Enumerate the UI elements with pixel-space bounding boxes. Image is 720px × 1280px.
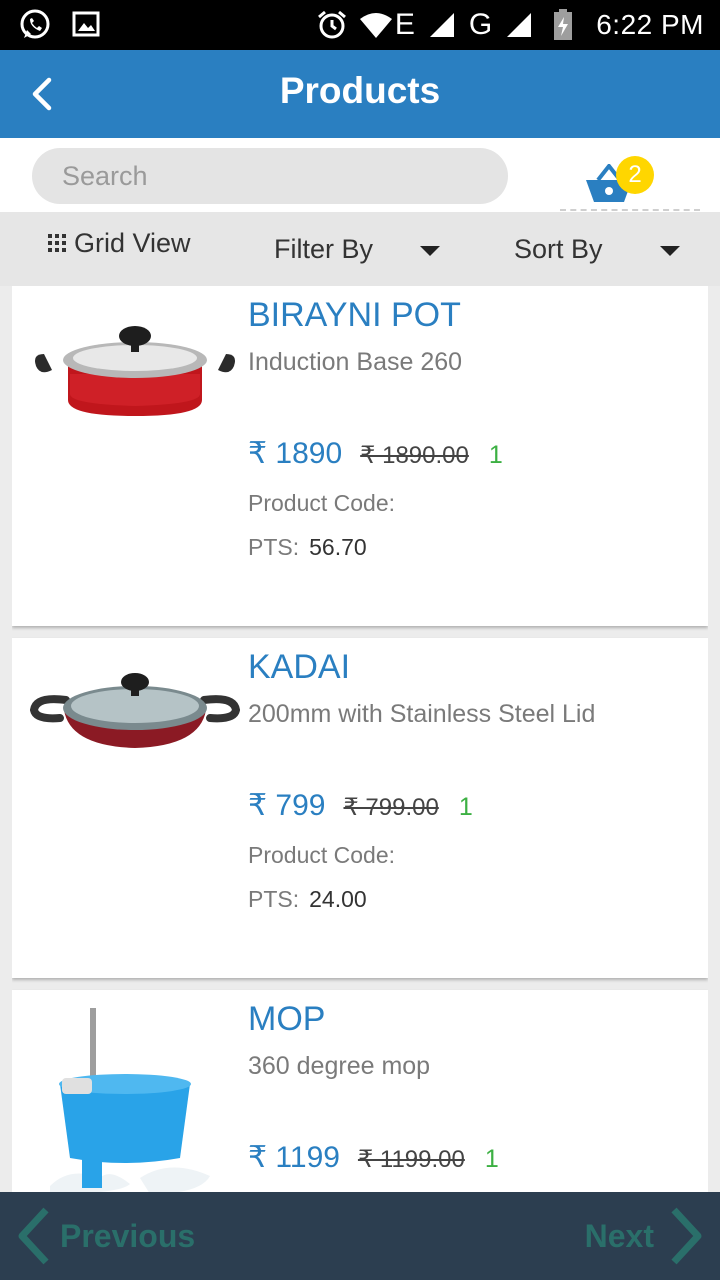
pts-value: 56.70 — [309, 534, 367, 560]
quantity: 1 — [488, 441, 503, 469]
status-bar: E G 6:22 PM — [0, 0, 720, 50]
grid-view-label: Grid View — [74, 227, 191, 258]
price-row: ₹ 1890 ₹ 1890.00 1 — [248, 436, 503, 471]
image-icon — [70, 8, 104, 42]
view-toolbar: Grid View Filter By Sort By — [0, 212, 720, 286]
filter-by-label: Filter By — [274, 233, 374, 264]
search-input[interactable] — [32, 148, 508, 204]
quantity: 1 — [484, 1145, 499, 1173]
cart-count-badge: 2 — [616, 156, 654, 194]
product-image-biryani-pot — [30, 304, 240, 464]
product-card[interactable]: MOP 360 degree mop ₹ 1199 ₹ 1199.00 1 — [12, 990, 708, 1192]
sale-price: ₹ 1890 — [248, 437, 343, 470]
grid-icon — [48, 234, 66, 252]
product-code-label: Product Code: — [248, 490, 396, 516]
price-row: ₹ 1199 ₹ 1199.00 1 — [248, 1140, 499, 1175]
product-code-label: Product Code: — [248, 842, 396, 868]
filter-by-dropdown[interactable]: Filter By — [274, 212, 373, 286]
caret-down-icon[interactable] — [660, 246, 680, 256]
original-price: ₹ 1199.00 — [357, 1146, 465, 1173]
original-price: ₹ 1890.00 — [360, 442, 469, 469]
alarm-icon — [315, 8, 349, 42]
chevron-left-icon — [18, 1207, 49, 1265]
whatsapp-icon — [18, 8, 52, 42]
next-label: Next — [584, 1217, 654, 1254]
previous-label: Previous — [60, 1217, 196, 1254]
cart-button[interactable]: 2 — [582, 154, 662, 210]
signal-icon — [425, 8, 459, 42]
signal-icon — [502, 8, 536, 42]
sort-by-label: Sort By — [514, 233, 603, 264]
sale-price: ₹ 799 — [248, 789, 326, 822]
product-description: 200mm with Stainless Steel Lid — [248, 700, 596, 728]
next-button[interactable]: Next — [585, 1192, 704, 1280]
search-bar: 2 — [0, 138, 720, 212]
price-row: ₹ 799 ₹ 799.00 1 — [248, 788, 473, 823]
chevron-right-icon — [671, 1207, 702, 1265]
divider — [560, 209, 700, 211]
original-price: ₹ 799.00 — [343, 794, 439, 821]
pts-row: PTS: 56.70 — [248, 534, 367, 561]
product-name[interactable]: MOP — [248, 1000, 325, 1039]
network-type-e: E — [394, 8, 415, 41]
pts-row: PTS: 24.00 — [248, 886, 367, 913]
battery-icon — [546, 8, 580, 42]
pts-label: PTS: — [248, 534, 300, 560]
network-type-g: G — [468, 8, 493, 41]
wifi-icon — [359, 8, 393, 42]
product-card[interactable]: BIRAYNI POT Induction Base 260 ₹ 1890 ₹ … — [12, 286, 708, 626]
product-name[interactable]: KADAI — [248, 648, 350, 687]
product-list: BIRAYNI POT Induction Base 260 ₹ 1890 ₹ … — [12, 286, 708, 1192]
app-bar: Products — [0, 50, 720, 138]
sale-price: ₹ 1199 — [248, 1141, 340, 1174]
product-description: 360 degree mop — [248, 1052, 431, 1080]
page-title: Products — [279, 70, 441, 111]
product-description: Induction Base 260 — [248, 348, 463, 376]
product-card[interactable]: KADAI 200mm with Stainless Steel Lid ₹ 7… — [12, 638, 708, 978]
sort-by-dropdown[interactable]: Sort By — [514, 212, 603, 286]
quantity: 1 — [458, 793, 473, 821]
product-name[interactable]: BIRAYNI POT — [248, 296, 461, 335]
pagination-bar: Previous Next — [0, 1192, 720, 1280]
status-time: 6:22 PM — [596, 9, 704, 40]
product-image-mop — [30, 1008, 240, 1192]
grid-view-button[interactable]: Grid View — [48, 206, 191, 280]
pts-value: 24.00 — [309, 886, 367, 912]
caret-down-icon[interactable] — [420, 246, 440, 256]
previous-button[interactable]: Previous — [16, 1192, 195, 1280]
product-image-kadai — [29, 656, 241, 816]
pts-label: PTS: — [248, 886, 300, 912]
